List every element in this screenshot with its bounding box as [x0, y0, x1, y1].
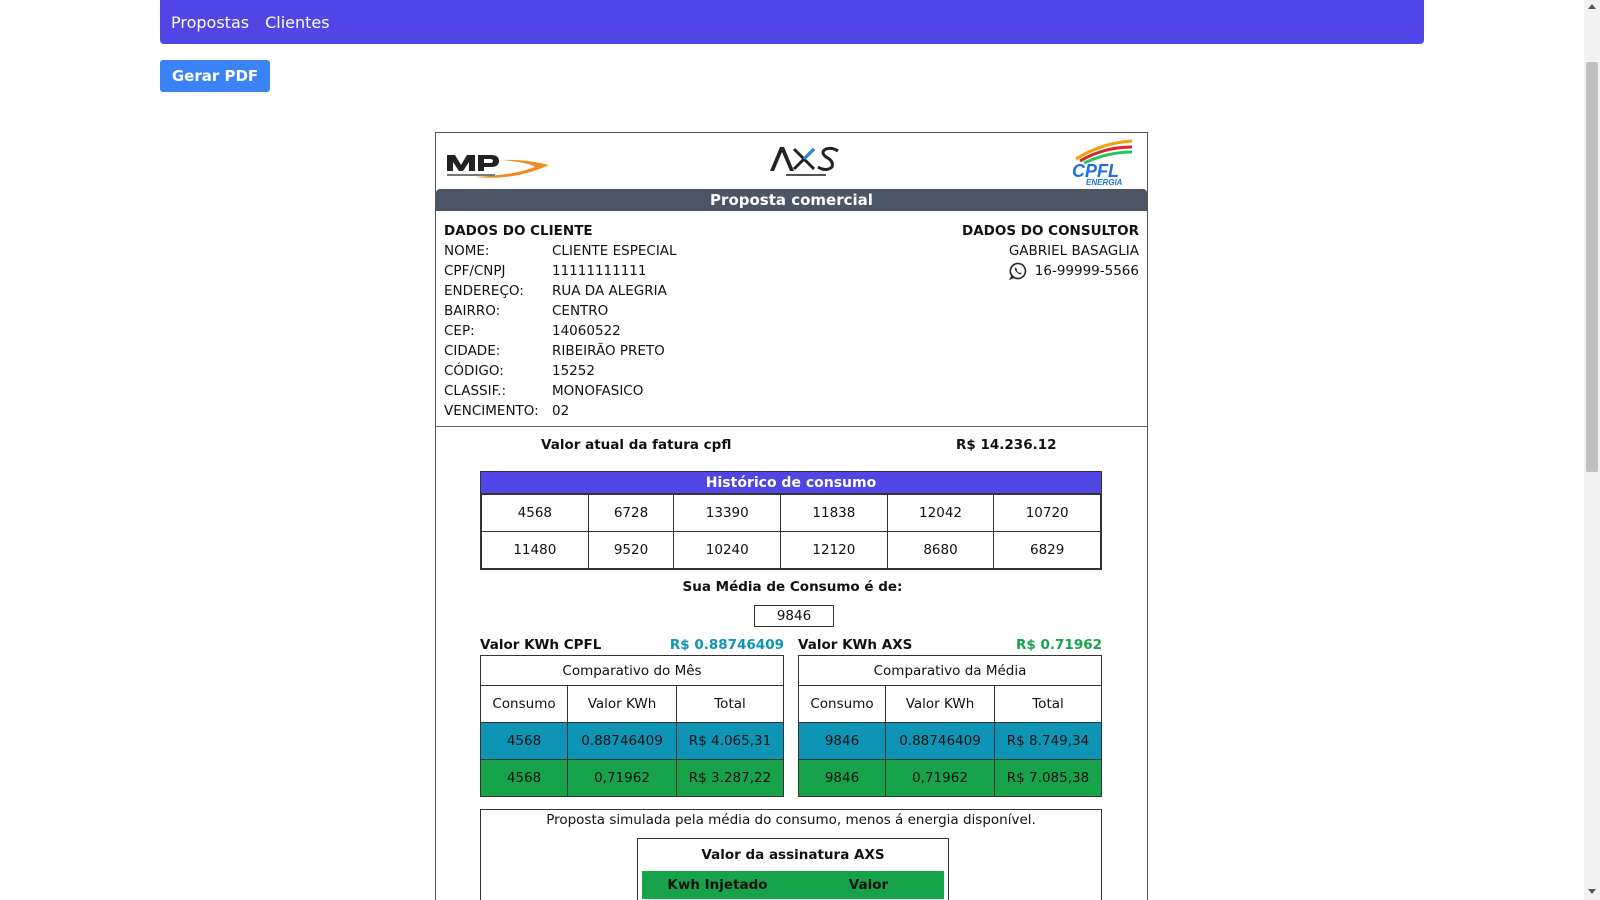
logos-header: CPFL ENERGIA	[436, 133, 1147, 189]
column-header: Total	[994, 685, 1102, 723]
simulation-text: Proposta simulada pela média do consumo,…	[546, 812, 1036, 828]
cpfl-energia-logo: CPFL ENERGIA	[1072, 139, 1133, 187]
table-row: 11480 9520 10240 12120 8680 6829	[481, 531, 1101, 569]
top-navbar: Propostas Clientes	[160, 0, 1424, 44]
average-label: Sua Média de Consumo é de:	[682, 579, 903, 595]
table-row: Consumo Valor KWh Total	[798, 685, 1102, 723]
scroll-up-arrow-icon[interactable]	[1588, 4, 1596, 9]
cell: R$ 4.065,31	[676, 722, 784, 760]
nav-link-clientes[interactable]: Clientes	[265, 13, 330, 32]
client-field: CÓDIGO: 15252	[444, 363, 595, 379]
comparison-average-caption: Comparativo da Média	[798, 655, 1102, 686]
fatura-label: Valor atual da fatura cpfl	[541, 437, 732, 453]
client-field: VENCIMENTO: 02	[444, 403, 570, 419]
cell: 0.88746409	[885, 722, 995, 760]
cell: R$ 3.287,22	[676, 759, 784, 797]
cell: 9846	[798, 722, 886, 760]
comparison-month-table: Comparativo do Mês Consumo Valor KWh Tot…	[480, 655, 784, 797]
history-cell: 9520	[587, 531, 675, 569]
column-header: Valor	[848, 877, 889, 893]
mp-logo	[447, 155, 549, 178]
client-section: DADOS DO CLIENTE NOME: CLIENTE ESPECIAL C…	[436, 211, 1147, 427]
proposal-title: Proposta comercial	[436, 189, 1147, 211]
consumption-history: Histórico de consumo 4568 6728 13390 118…	[480, 471, 1102, 570]
axs-energia-logo	[770, 146, 839, 176]
vertical-scrollbar[interactable]	[1584, 0, 1600, 900]
cell: R$ 7.085,38	[994, 759, 1102, 797]
history-cell: 10240	[673, 531, 782, 569]
kwh-cpfl-header: Valor KWh CPFL R$ 0.88746409	[480, 637, 784, 653]
cell: 9846	[798, 759, 886, 797]
kwh-axs-label: Valor KWh AXS	[798, 637, 913, 653]
table-row: Consumo Valor KWh Total	[480, 685, 784, 723]
client-field: CEP: 14060522	[444, 323, 621, 339]
scroll-down-arrow-icon[interactable]	[1588, 889, 1596, 894]
kwh-axs-header: Valor KWh AXS R$ 0.71962	[798, 637, 1102, 653]
client-field: CLASSIF.: MONOFASICO	[444, 383, 644, 399]
scroll-thumb[interactable]	[1586, 62, 1598, 472]
history-cell: 8680	[886, 531, 995, 569]
cell: 4568	[480, 722, 568, 760]
client-field: NOME: CLIENTE ESPECIAL	[444, 243, 677, 259]
consultant-name: GABRIEL BASAGLIA	[1008, 243, 1139, 259]
history-table: 4568 6728 13390 11838 12042 10720 11480 …	[481, 494, 1101, 569]
kwh-cpfl-label: Valor KWh CPFL	[480, 637, 602, 653]
simulation-box: Proposta simulada pela média do consumo,…	[480, 809, 1102, 900]
column-header: Consumo	[798, 685, 886, 723]
column-header: Kwh Injetado	[667, 877, 768, 893]
generate-pdf-button[interactable]: Gerar PDF	[160, 60, 270, 92]
svg-text:ENERGIA: ENERGIA	[1086, 178, 1123, 187]
history-cell: 10720	[993, 494, 1101, 532]
history-cell: 6728	[587, 494, 675, 532]
cell: 4568	[480, 759, 568, 797]
kwh-axs-value: R$ 0.71962	[1016, 637, 1102, 653]
cell: 0,71962	[885, 759, 995, 797]
history-cell: 12120	[780, 531, 888, 569]
column-header: Consumo	[480, 685, 568, 723]
table-row: 4568 6728 13390 11838 12042 10720	[481, 494, 1101, 532]
subscription-box: Valor da assinatura AXS Kwh Injetado Val…	[637, 838, 949, 900]
nav-link-propostas[interactable]: Propostas	[171, 13, 249, 32]
history-title: Histórico de consumo	[481, 472, 1101, 494]
average-value: 9846	[754, 605, 834, 627]
history-cell: 6829	[993, 531, 1101, 569]
history-cell: 4568	[481, 494, 589, 532]
table-row: 4568 0.88746409 R$ 4.065,31	[480, 722, 784, 760]
table-row: 9846 0,71962 R$ 7.085,38	[798, 759, 1102, 797]
whatsapp-icon	[1008, 262, 1026, 280]
column-header: Valor KWh	[567, 685, 677, 723]
table-row: 4568 0,71962 R$ 3.287,22	[480, 759, 784, 797]
kwh-cpfl-value: R$ 0.88746409	[669, 637, 784, 653]
page: Propostas Clientes Gerar PDF CPFL ENERGI…	[0, 0, 1584, 900]
client-field: CIDADE: RIBEIRÃO PRETO	[444, 343, 665, 359]
history-cell: 11480	[481, 531, 589, 569]
client-field: ENDEREÇO: RUA DA ALEGRIA	[444, 283, 667, 299]
column-header: Valor KWh	[885, 685, 995, 723]
history-cell: 11838	[780, 494, 888, 532]
cell: R$ 8.749,34	[994, 722, 1102, 760]
fatura-value: R$ 14.236.12	[956, 437, 1057, 453]
cell: 0,71962	[567, 759, 677, 797]
client-data: DADOS DO CLIENTE NOME: CLIENTE ESPECIAL C…	[444, 221, 677, 421]
subscription-title: Valor da assinatura AXS	[701, 847, 885, 863]
client-heading: DADOS DO CLIENTE	[444, 223, 593, 239]
client-field: CPF/CNPJ 11111111111	[444, 263, 647, 279]
column-header: Total	[676, 685, 784, 723]
consultant-heading: DADOS DO CONSULTOR	[962, 223, 1139, 239]
consultant-phone: 16-99999-5566	[962, 261, 1139, 281]
table-row: 9846 0.88746409 R$ 8.749,34	[798, 722, 1102, 760]
subscription-header: Kwh Injetado Valor	[642, 871, 944, 899]
consultant-data: DADOS DO CONSULTOR GABRIEL BASAGLIA 16-9…	[962, 221, 1139, 281]
history-cell: 12042	[886, 494, 995, 532]
cell: 0.88746409	[567, 722, 677, 760]
proposal-document: CPFL ENERGIA Proposta comercial DADOS DO…	[435, 132, 1148, 900]
comparison-month-caption: Comparativo do Mês	[480, 655, 784, 686]
fatura-row: Valor atual da fatura cpfl R$ 14.236.12	[436, 427, 1147, 465]
client-field: BAIRRO: CENTRO	[444, 303, 609, 319]
history-cell: 13390	[673, 494, 782, 532]
comparison-average-table: Comparativo da Média Consumo Valor KWh T…	[798, 655, 1102, 797]
